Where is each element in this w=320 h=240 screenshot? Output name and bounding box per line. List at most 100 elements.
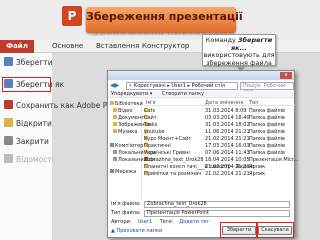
menu-item-label: Сохранить как Adobe PDF [16,101,118,110]
filetype-select[interactable]: Презентація PowerPoint [144,210,290,217]
nav-item-network[interactable]: Мережа [110,169,136,175]
callout-note: Команду Зберегти як... використовують дл… [202,34,276,66]
tags-label: Теги: [159,219,174,225]
command-bar: Упорядкувати ▾ Створити папку [108,91,294,98]
close-doc-icon [4,136,13,145]
file-date: 21.02.2014 21:21 [205,171,250,177]
menu-item-info[interactable]: Відомості [4,153,54,166]
file-row[interactable]: youtube 11.06.2014 21:21 Папка файлів [143,129,295,135]
file-row[interactable]: Планетні консп тачі___Я самостр - Яндекс… [143,164,295,170]
nav-item-computer[interactable]: Комп'ютер [110,143,143,149]
callout-text: використовують для збереження файла [203,51,275,67]
organize-button[interactable]: Упорядкувати ▾ [111,91,152,97]
menu-item-open[interactable]: Відкрити [4,117,52,130]
file-row[interactable]: Сайт 03.03.2014 18:40 Папка файлів [143,115,295,121]
file-name-text: Сайт [144,115,157,121]
file-name-text: Zobrazhna_text_Urok28 [144,157,204,163]
tab-design[interactable]: Конструктор [142,40,189,53]
powerpoint-logo-icon: P [62,6,82,26]
file-type: Ярлик [249,171,266,177]
file-name-text: Практичні [144,143,171,149]
file-type: Папка файлів [249,129,285,135]
file-row[interactable]: Українські Гривні 07.06.2014 11:43 Папка ф… [143,150,295,156]
save-as-icon [4,79,13,88]
file-row[interactable]: Zobrazhna_text_Urok28 18.04.2014 10:05 Пре… [143,157,299,163]
callout-command: Зберегти як... [231,36,273,52]
tab-file[interactable]: Файл [0,40,34,53]
file-type: Папка файлів [249,136,285,142]
file-list: Ім'я Дата змінення Тип Cats 31.03.2014 8:… [143,99,299,199]
menu-item-label: Закрити [16,137,49,146]
search-input[interactable]: Пошук: Робочий стіл [240,82,294,95]
file-type: Папка файлів [249,115,285,121]
nav-label: Мережа [115,169,137,175]
folder-icon [113,108,117,112]
nav-item-music[interactable]: Музика [113,129,137,135]
column-name[interactable]: Ім'я [146,100,156,106]
file-date: 31.03.2014 8:09 [205,108,247,114]
authors-value[interactable]: User1 [137,219,152,225]
file-type: Папка файлів [249,143,285,149]
hide-folders-button[interactable]: ▲ Приховати папки [111,228,162,235]
back-forward-icon[interactable]: ◀▶ [110,82,124,90]
file-date: 03.03.2014 18:40 [205,115,250,121]
pdf-icon [4,100,13,109]
tags-value[interactable]: Додати тег [179,219,209,225]
menu-item-label: Зберегти як [16,80,65,89]
menu-item-label: Зберегти [16,58,53,67]
file-name-text: Tasks [144,122,158,128]
file-row[interactable]: Примітки та розмінач 21.02.2014 21:21 Ярли… [143,171,295,177]
path-input[interactable]: « Користувачі ▸ User1 ▸ Робочий стіл [126,82,238,90]
address-bar: ◀▶ « Користувачі ▸ User1 ▸ Робочий стіл … [110,82,294,95]
computer-icon [110,143,114,147]
file-date: 11.06.2014 21:21 [205,129,250,135]
filename-input[interactable]: Zobrachna_text_Urok28 [144,201,290,208]
menu-item-close[interactable]: Закрити [4,135,49,148]
file-name-text: Cats [144,108,156,114]
tab-insert[interactable]: Вставлення [96,40,139,53]
column-type[interactable]: Тип [249,100,259,106]
file-type: Папка файлів [249,150,285,156]
navigation-pane: Бібліотеки Відео Документи Зображення Му… [108,99,155,199]
close-icon[interactable]: x [280,72,292,79]
file-date: 17.03.2014 16:03 [205,143,250,149]
file-name-text: youtube [144,129,165,135]
menu-item-save-as[interactable]: Зберегти як [4,78,64,91]
cancel-button[interactable]: Скасувати [258,226,292,235]
file-row[interactable]: Практичні 17.03.2014 16:03 Папка файлів [143,143,295,149]
new-folder-button[interactable]: Створити папку [162,91,204,97]
column-date[interactable]: Дата змінення [205,100,243,106]
tab-home[interactable]: Основне [52,40,83,53]
folder-icon [113,115,117,119]
file-date: 31.03.2014 18:02 [205,122,250,128]
file-row[interactable]: Tasks 31.03.2014 18:02 Папка файлів [143,122,295,128]
open-folder-icon [4,118,13,127]
save-icon [4,57,13,66]
file-date: 21.02.2014 21:21 [205,164,250,170]
slide-title: Збереження презентації [86,10,243,23]
file-type: Презентація Micr... [249,157,299,163]
nav-label: Відео [118,108,133,114]
folder-icon [113,122,117,126]
file-type: Ярлик [249,164,266,170]
dialog-titlebar: x [108,71,294,80]
file-type: Папка файлів [249,122,285,128]
nav-item-libraries[interactable]: Бібліотеки [110,101,143,107]
save-as-dialog: x ◀▶ « Користувачі ▸ User1 ▸ Робочий сті… [107,70,299,238]
file-list-header: Ім'я Дата змінення Тип [143,99,295,106]
nav-item-video[interactable]: Відео [113,108,132,114]
menu-item-save[interactable]: Зберегти [4,56,53,69]
save-button[interactable]: Зберегти [222,226,256,235]
file-row[interactable]: Курс Моєнт+Сайт 21.02.2014 21:21 Папка фай… [143,136,295,142]
file-name-text: Українські Гривні [144,150,190,156]
nav-label: Бібліотеки [115,101,143,107]
menu-item-save-pdf[interactable]: Сохранить как Adobe PDF [4,99,117,112]
file-type: Папка файлів [249,108,285,114]
menu-item-label: Відкрити [16,119,52,128]
nav-label: Комп'ютер [115,143,144,149]
file-date: 21.02.2014 21:21 [205,136,250,142]
filename-label: Ім'я файла: [111,201,141,207]
nav-label: Музика [118,129,138,135]
file-row[interactable]: Cats 31.03.2014 8:09 Папка файлів [143,108,295,114]
slide-title-box: Збереження презентації [86,7,243,33]
